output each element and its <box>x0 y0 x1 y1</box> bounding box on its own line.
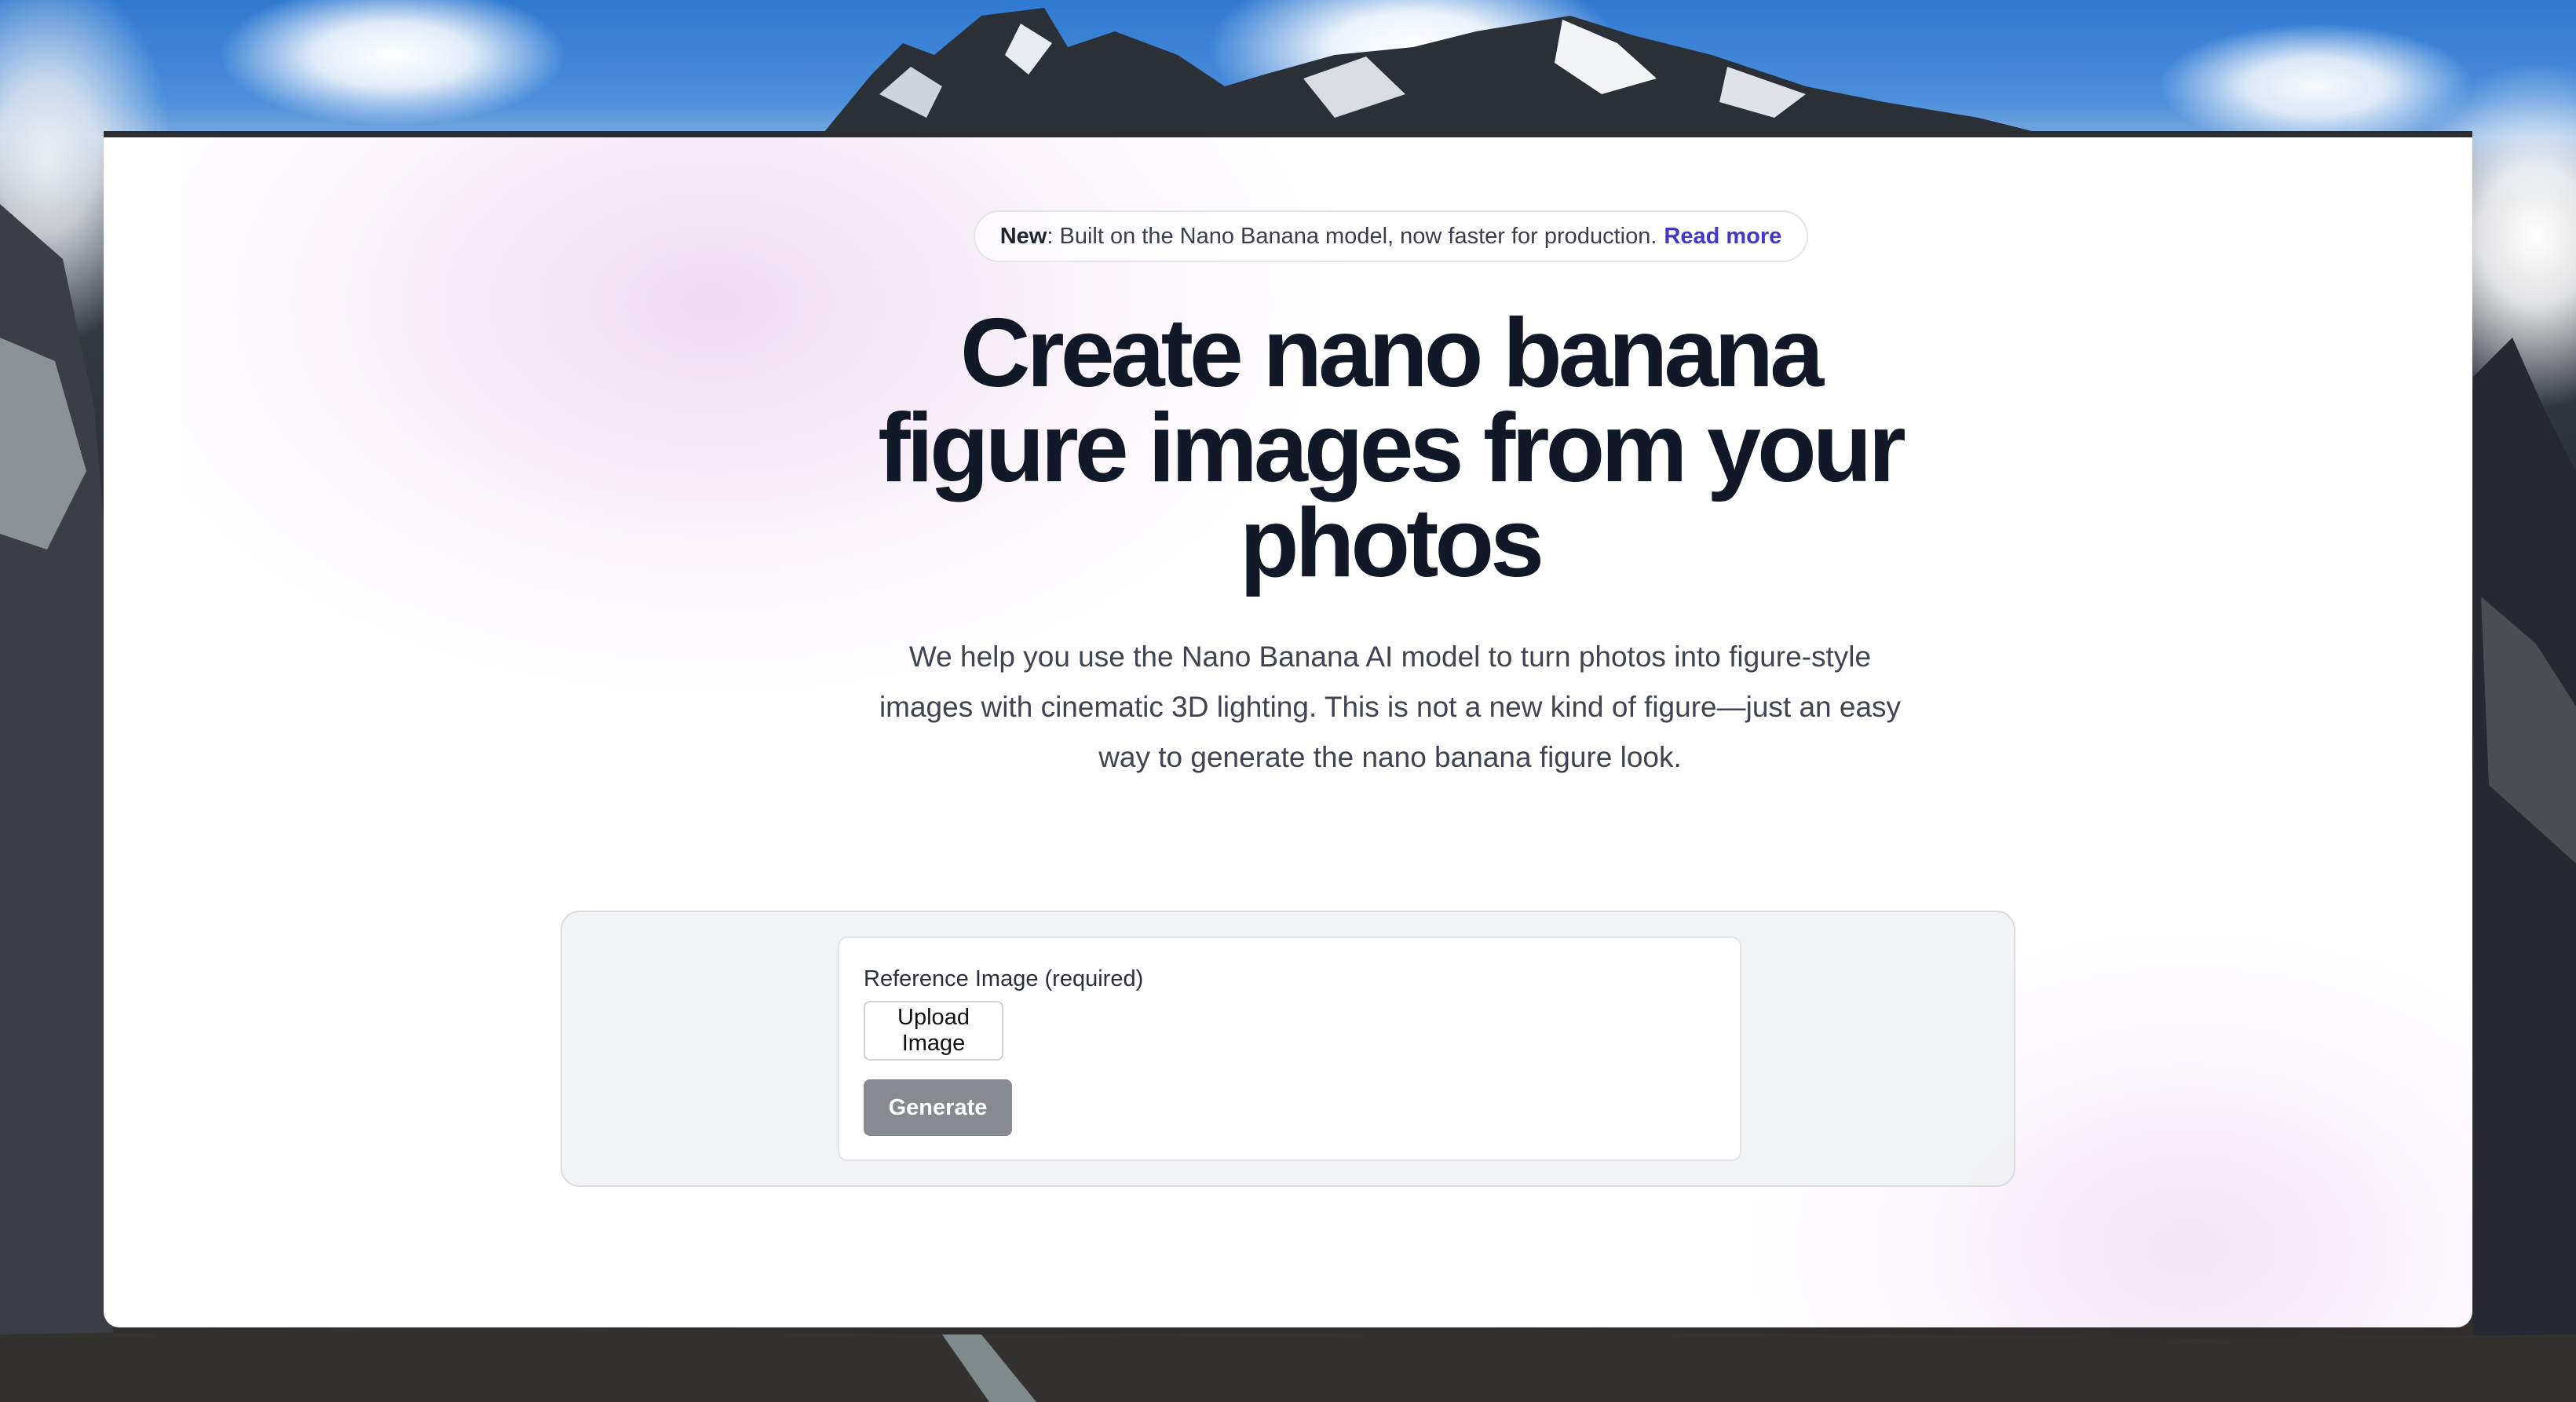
main-card: New: Built on the Nano Banana model, now… <box>104 131 2472 1327</box>
subtitle-line: We help you use the Nano Banana AI model… <box>908 641 1872 673</box>
page-subtitle: We help you use the Nano Banana AI model… <box>857 632 1923 783</box>
reference-image-label: Reference Image (required) <box>864 966 1144 991</box>
generator-panel: Reference Image (required) Upload Image … <box>561 911 2015 1187</box>
subtitle-line: way to generate the nano banana figure l… <box>1098 741 1682 773</box>
announcement-banner: New: Built on the Nano Banana model, now… <box>974 210 1808 262</box>
subtitle-line: images with cinematic 3D lighting. This … <box>879 691 1902 723</box>
generator-form: Reference Image (required) Upload Image … <box>838 936 1741 1161</box>
page-title: Create nano banana figure images from yo… <box>653 299 2127 597</box>
upload-image-button[interactable]: Upload Image <box>864 1001 1003 1061</box>
announcement-badge: New <box>999 223 1047 249</box>
title-line: Create nano banana <box>959 299 1824 407</box>
announcement-text: : Built on the Nano Banana model, now fa… <box>1047 223 1657 249</box>
title-line: photos <box>1239 489 1544 597</box>
read-more-link[interactable]: Read more <box>1664 224 1781 250</box>
title-line: figure images from your <box>878 394 1906 502</box>
generate-button[interactable]: Generate <box>864 1079 1012 1136</box>
